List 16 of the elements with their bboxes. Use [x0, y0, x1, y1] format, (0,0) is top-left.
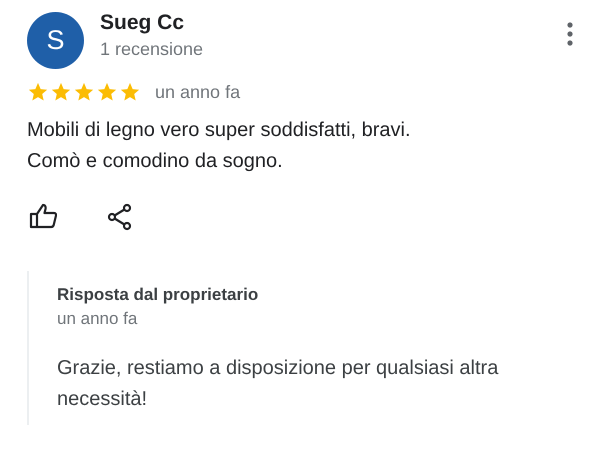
star-icon [96, 81, 118, 103]
thumbs-up-icon[interactable] [29, 203, 57, 229]
review-count: 1 recensione [100, 38, 204, 61]
star-icon [27, 81, 49, 103]
reply-text: Grazie, restiamo a disposizione per qualsiasi altra necessità! [57, 356, 500, 412]
star-icon [50, 81, 72, 103]
star-icon [119, 81, 141, 103]
star-icon [73, 81, 95, 103]
avatar: S [27, 12, 84, 69]
reply-title: Risposta dal proprietario [57, 284, 260, 306]
review-text: Mobili di legno vero super soddisfatti, bravi. Comò e comodino da sogno. [27, 118, 412, 174]
review-time: un anno fa [155, 82, 240, 102]
author-name[interactable]: Sueg Cc [100, 10, 566, 36]
share-icon[interactable] [107, 203, 133, 231]
reply-time: un anno fa [57, 308, 138, 330]
more-options-icon[interactable] [566, 22, 574, 46]
